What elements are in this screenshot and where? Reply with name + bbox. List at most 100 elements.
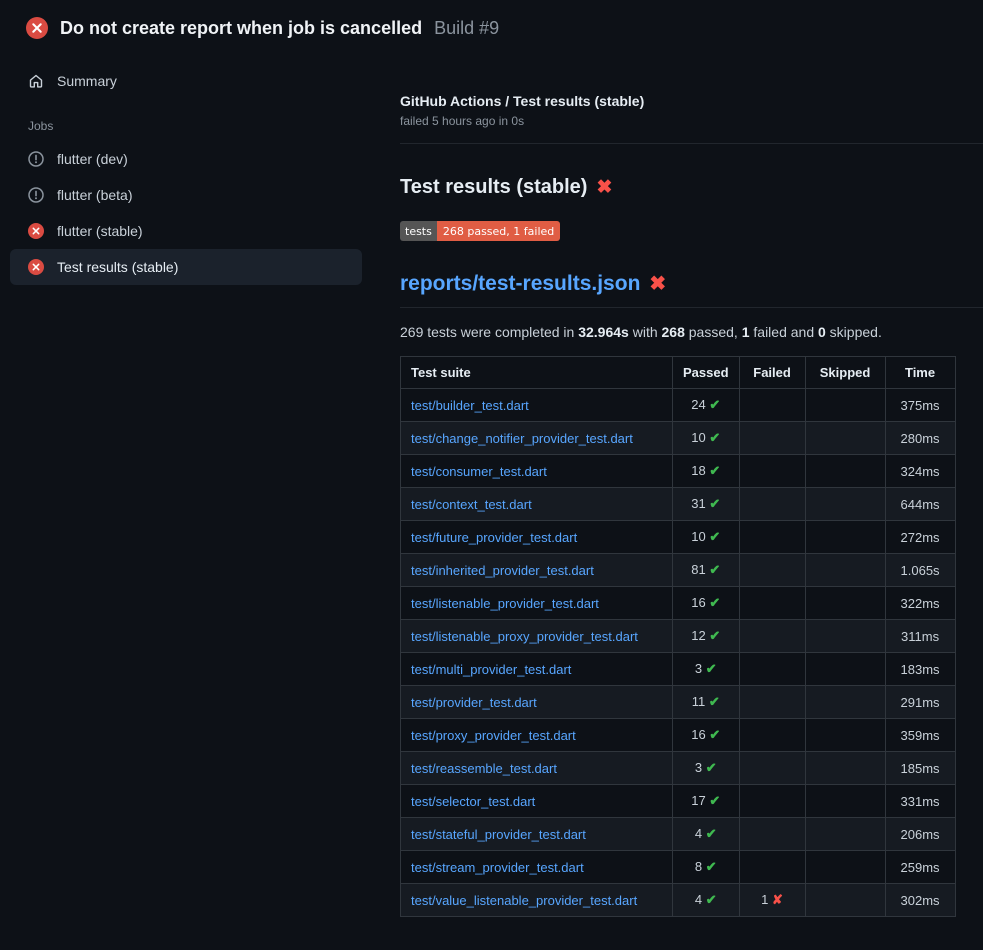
- test-suite-cell: test/multi_provider_test.dart: [401, 653, 673, 686]
- jobs-section-heading: Jobs: [10, 99, 362, 141]
- passed-count: 81: [691, 562, 709, 577]
- sidebar-item-summary[interactable]: Summary: [10, 63, 362, 99]
- failed-cell: [739, 521, 805, 554]
- check-icon: ✔: [709, 496, 720, 511]
- skipped-cell: [805, 488, 885, 521]
- test-suite-link[interactable]: test/builder_test.dart: [411, 398, 529, 413]
- test-suite-link[interactable]: test/provider_test.dart: [411, 695, 537, 710]
- test-suite-cell: test/listenable_proxy_provider_test.dart: [401, 620, 673, 653]
- test-suite-link[interactable]: test/stream_provider_test.dart: [411, 860, 584, 875]
- time-cell: 324ms: [885, 455, 955, 488]
- table-row: test/proxy_provider_test.dart 16 ✔ 359ms: [401, 719, 956, 752]
- skipped-cell: [805, 719, 885, 752]
- test-suite-cell: test/value_listenable_provider_test.dart: [401, 884, 673, 917]
- test-suite-link[interactable]: test/inherited_provider_test.dart: [411, 563, 594, 578]
- test-suite-link[interactable]: test/context_test.dart: [411, 497, 532, 512]
- time-cell: 206ms: [885, 818, 955, 851]
- report-file-link[interactable]: reports/test-results.json: [400, 272, 640, 296]
- column-header-skipped: Skipped: [805, 357, 885, 389]
- passed-cell: 8 ✔: [673, 851, 740, 884]
- passed-cell: 31 ✔: [673, 488, 740, 521]
- test-suite-link[interactable]: test/change_notifier_provider_test.dart: [411, 431, 633, 446]
- alert-circle-icon: [28, 187, 44, 203]
- passed-count: 24: [691, 397, 709, 412]
- check-icon: ✔: [709, 397, 720, 412]
- check-icon: ✔: [709, 595, 720, 610]
- test-results-table: Test suite Passed Failed Skipped Time te…: [400, 356, 956, 917]
- failed-cell: [739, 785, 805, 818]
- jobs-sidebar: Summary Jobs flutter (dev) flutter (beta…: [0, 49, 372, 285]
- summary-text: 269 tests were completed in: [400, 324, 578, 340]
- test-suite-link[interactable]: test/consumer_test.dart: [411, 464, 547, 479]
- test-suite-link[interactable]: test/future_provider_test.dart: [411, 530, 577, 545]
- time-cell: 185ms: [885, 752, 955, 785]
- time-cell: 644ms: [885, 488, 955, 521]
- check-icon: ✔: [709, 793, 720, 808]
- check-icon: ✔: [709, 430, 720, 445]
- summary-passed-count: 268: [662, 324, 685, 340]
- sidebar-item-flutter-beta[interactable]: flutter (beta): [10, 177, 362, 213]
- passed-cell: 3 ✔: [673, 653, 740, 686]
- skipped-cell: [805, 653, 885, 686]
- failed-cell: [739, 851, 805, 884]
- test-suite-link[interactable]: test/value_listenable_provider_test.dart: [411, 893, 637, 908]
- sidebar-item-test-results-stable[interactable]: Test results (stable): [10, 249, 362, 285]
- table-row: test/inherited_provider_test.dart81 ✔1.0…: [401, 554, 956, 587]
- test-suite-link[interactable]: test/proxy_provider_test.dart: [411, 728, 576, 743]
- test-suite-link[interactable]: test/listenable_provider_test.dart: [411, 596, 599, 611]
- time-cell: 311ms: [885, 620, 955, 653]
- summary-text: passed,: [685, 324, 742, 340]
- test-suite-cell: test/proxy_provider_test.dart: [401, 719, 673, 752]
- passed-cell: 12 ✔: [673, 620, 740, 653]
- skipped-cell: [805, 818, 885, 851]
- section-title: Test results (stable) ✖: [400, 176, 983, 199]
- check-icon: ✔: [706, 760, 717, 775]
- passed-cell: 11 ✔: [673, 686, 740, 719]
- check-icon: ✔: [709, 463, 720, 478]
- passed-count: 11: [692, 694, 709, 709]
- skipped-cell: [805, 785, 885, 818]
- passed-cell: 4 ✔: [673, 818, 740, 851]
- check-icon: ✔: [706, 826, 717, 841]
- failed-count: 1: [761, 892, 772, 907]
- test-suite-link[interactable]: test/stateful_provider_test.dart: [411, 827, 586, 842]
- passed-count: 31: [691, 496, 709, 511]
- test-suite-cell: test/provider_test.dart: [401, 686, 673, 719]
- section-title-text: Test results (stable): [400, 176, 587, 199]
- failed-x-icon: ✖: [596, 176, 612, 199]
- table-row: test/multi_provider_test.dart3 ✔183ms: [401, 653, 956, 686]
- table-row: test/change_notifier_provider_test.dart 1…: [401, 422, 956, 455]
- column-header-time: Time: [885, 357, 955, 389]
- sidebar-item-label: Summary: [57, 73, 117, 89]
- table-row: test/future_provider_test.dart10 ✔272ms: [401, 521, 956, 554]
- sidebar-item-flutter-dev[interactable]: flutter (dev): [10, 141, 362, 177]
- table-row: test/context_test.dart 31 ✔ 644ms: [401, 488, 956, 521]
- test-suite-cell: test/change_notifier_provider_test.dart: [401, 422, 673, 455]
- passed-count: 4: [695, 892, 706, 907]
- badge-label: tests: [400, 221, 437, 241]
- test-suite-link[interactable]: test/reassemble_test.dart: [411, 761, 557, 776]
- sidebar-item-flutter-stable[interactable]: flutter (stable): [10, 213, 362, 249]
- sidebar-item-label: flutter (stable): [57, 223, 143, 239]
- time-cell: 291ms: [885, 686, 955, 719]
- passed-count: 10: [691, 430, 709, 445]
- table-row: test/reassemble_test.dart3 ✔185ms: [401, 752, 956, 785]
- passed-cell: 16 ✔: [673, 719, 740, 752]
- passed-count: 16: [691, 727, 709, 742]
- test-suite-cell: test/listenable_provider_test.dart: [401, 587, 673, 620]
- check-icon: ✔: [706, 661, 717, 676]
- failed-cell: [739, 818, 805, 851]
- failed-cell: [739, 554, 805, 587]
- failed-cell: [739, 752, 805, 785]
- time-cell: 280ms: [885, 422, 955, 455]
- failed-cell: [739, 488, 805, 521]
- column-header-failed: Failed: [739, 357, 805, 389]
- passed-count: 17: [691, 793, 709, 808]
- test-suite-link[interactable]: test/selector_test.dart: [411, 794, 535, 809]
- time-cell: 359ms: [885, 719, 955, 752]
- test-suite-link[interactable]: test/multi_provider_test.dart: [411, 662, 571, 677]
- table-header-row: Test suite Passed Failed Skipped Time: [401, 357, 956, 389]
- passed-cell: 81 ✔: [673, 554, 740, 587]
- test-suite-link[interactable]: test/listenable_proxy_provider_test.dart: [411, 629, 638, 644]
- column-header-test-suite: Test suite: [401, 357, 673, 389]
